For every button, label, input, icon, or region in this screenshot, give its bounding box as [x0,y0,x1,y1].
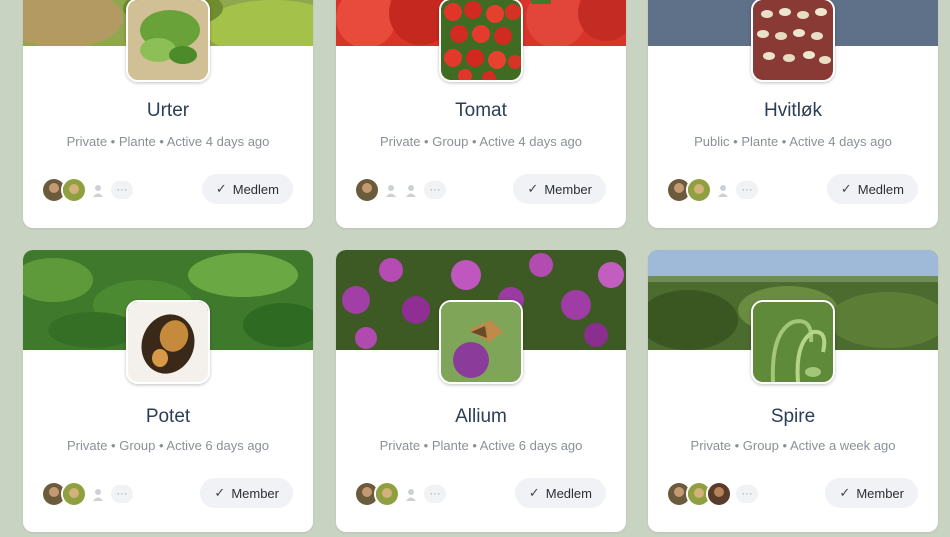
membership-label: Medlem [857,181,904,197]
group-meta: Private • Plante • Active 6 days ago [379,438,583,453]
member-avatars[interactable]: ··· [354,177,446,203]
person-placeholder-icon [89,181,107,199]
group-name[interactable]: Hvitløk [648,100,938,122]
person-placeholder-icon [382,181,400,199]
group-card-allium[interactable]: Allium Private • Plante • Active 6 days … [336,250,626,532]
group-meta: Private • Group • Active a week ago [690,438,896,453]
group-meta: Public • Plante • Active 4 days ago [694,134,892,149]
membership-label: Medlem [545,485,592,501]
member-avatars[interactable]: ··· [41,481,133,507]
more-icon[interactable]: ··· [424,181,446,199]
avatar [354,177,380,203]
more-icon[interactable]: ··· [736,485,758,503]
person-placeholder-icon [402,181,420,199]
group-meta: Private • Plante • Active 4 days ago [66,134,270,149]
group-name[interactable]: Allium [336,406,626,428]
membership-button[interactable]: ✓ Medlem [826,174,918,204]
person-placeholder-icon [402,485,420,503]
member-avatars[interactable]: ··· [666,481,758,507]
group-thumbnail [751,0,835,82]
avatar [706,481,732,507]
more-icon[interactable]: ··· [736,181,758,199]
group-thumbnail [751,300,835,384]
group-name[interactable]: Urter [23,100,313,122]
membership-label: Medlem [232,181,279,197]
group-card-hvitlok[interactable]: Hvitløk Public • Plante • Active 4 days … [648,0,938,228]
group-meta: Private • Group • Active 4 days ago [379,134,583,149]
more-icon[interactable]: ··· [424,485,446,503]
membership-button[interactable]: ✓ Medlem [201,174,293,204]
membership-button[interactable]: ✓ Medlem [514,478,606,508]
member-avatars[interactable]: ··· [354,481,446,507]
avatar [61,481,87,507]
membership-button[interactable]: ✓ Member [825,478,918,508]
check-icon: ✓ [527,181,539,196]
membership-label: Member [231,485,279,501]
check-icon: ✓ [528,485,540,500]
member-avatars[interactable]: ··· [666,177,758,203]
check-icon: ✓ [839,485,851,500]
check-icon: ✓ [214,485,226,500]
group-card-spire[interactable]: Spire Private • Group • Active a week ag… [648,250,938,532]
group-name[interactable]: Tomat [336,100,626,122]
membership-button[interactable]: ✓ Member [513,174,606,204]
group-thumbnail [126,300,210,384]
group-grid: Urter Private • Plante • Active 4 days a… [0,0,950,537]
more-icon[interactable]: ··· [111,181,133,199]
membership-button[interactable]: ✓ Member [200,478,293,508]
member-avatars[interactable]: ··· [41,177,133,203]
avatar [61,177,87,203]
group-thumbnail [439,300,523,384]
membership-label: Member [856,485,904,501]
person-placeholder-icon [714,181,732,199]
group-card-urter[interactable]: Urter Private • Plante • Active 4 days a… [23,0,313,228]
group-card-tomat[interactable]: Tomat Private • Group • Active 4 days ag… [336,0,626,228]
group-name[interactable]: Spire [648,406,938,428]
membership-label: Member [544,181,592,197]
avatar [374,481,400,507]
more-icon[interactable]: ··· [111,485,133,503]
group-thumbnail [126,0,210,82]
check-icon: ✓ [215,181,227,196]
group-card-potet[interactable]: Potet Private • Group • Active 6 days ag… [23,250,313,532]
avatar [686,177,712,203]
group-thumbnail [439,0,523,82]
person-placeholder-icon [89,485,107,503]
check-icon: ✓ [840,181,852,196]
group-name[interactable]: Potet [23,406,313,428]
group-meta: Private • Group • Active 6 days ago [66,438,270,453]
